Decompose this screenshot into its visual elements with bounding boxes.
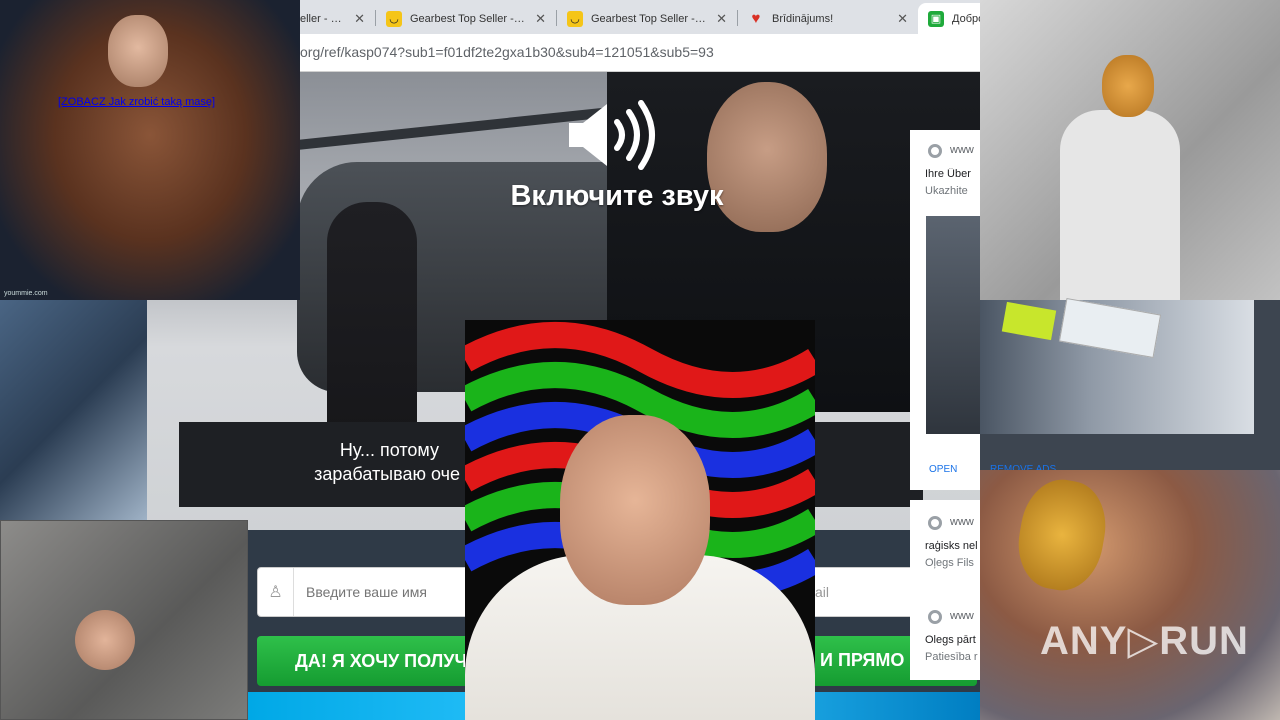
tab-label: Gearbest Top Seller - Div xyxy=(410,12,528,25)
ad-title: Ihre Über xyxy=(925,168,971,180)
name-input[interactable] xyxy=(294,584,464,600)
notification-ad-panel-2[interactable]: www raģisks nel Oļegs Fils www Olegs pār… xyxy=(910,500,980,680)
ad-subtitle: Oļegs Fils xyxy=(925,557,974,569)
email-placeholder[interactable]: ail xyxy=(815,584,829,600)
bodybuilder-link[interactable]: [ZOBACZ Jak zrobić taką masę] xyxy=(58,96,215,108)
kitchen-man-face xyxy=(1102,55,1154,117)
ad-source: www xyxy=(950,144,974,156)
tab-3[interactable]: ◡ Gearbest Top Seller - Div ✕ xyxy=(557,3,737,34)
tab-4[interactable]: ♥ Brīdinājums! ✕ xyxy=(738,3,918,34)
tab-label: eller - Div xyxy=(300,12,347,25)
tab-label: Gearbest Top Seller - Div xyxy=(591,12,709,25)
user-icon: ♙ xyxy=(258,568,294,616)
background-panel xyxy=(0,300,147,520)
ad-image[interactable] xyxy=(926,216,980,434)
chrome-icon xyxy=(928,144,942,158)
tab-2[interactable]: ◡ Gearbest Top Seller - Div ✕ xyxy=(376,3,556,34)
image-credit: yoummie.com xyxy=(4,290,48,297)
close-icon[interactable]: ✕ xyxy=(716,11,727,27)
green-square-icon: ▣ xyxy=(928,10,944,27)
close-icon[interactable]: ✕ xyxy=(354,11,365,27)
url-text[interactable]: org/ref/kasp074?sub1=f01df2te2gxa1b30&su… xyxy=(300,44,714,60)
anyrun-watermark: ANY▷RUN xyxy=(1040,619,1249,663)
ad-subtitle: Patiesība r xyxy=(925,651,978,663)
kitchen-man-figure xyxy=(1060,110,1180,300)
ad-open-button[interactable]: OPEN xyxy=(929,464,957,475)
tab-label: Brīdinājums! xyxy=(772,12,834,25)
speaker-icon[interactable] xyxy=(567,100,659,170)
close-icon[interactable]: ✕ xyxy=(535,11,546,27)
ad-title: Olegs pārt xyxy=(925,634,976,646)
pope-face xyxy=(560,415,710,605)
kitchen-image xyxy=(980,0,1280,300)
ad-subtitle: Ukazhite xyxy=(925,185,968,197)
pope-small-face xyxy=(75,610,135,670)
tab-1[interactable]: eller - Div ✕ xyxy=(290,3,375,34)
sound-prompt: Включите звук xyxy=(510,180,724,212)
gearbest-icon: ◡ xyxy=(567,10,583,27)
chrome-icon xyxy=(928,610,942,624)
woman-figure xyxy=(327,202,417,432)
heart-icon: ♥ xyxy=(751,10,761,27)
ad-source: www xyxy=(950,610,974,622)
chrome-icon xyxy=(928,516,942,530)
bodybuilder-head xyxy=(108,15,168,87)
gearbest-icon: ◡ xyxy=(386,10,402,27)
ad-source: www xyxy=(950,516,974,528)
submit-button-label: ДА! Я ХОЧУ ПОЛУЧ xyxy=(295,650,468,671)
ad-title: raģisks nel xyxy=(925,540,978,552)
close-icon[interactable]: ✕ xyxy=(897,11,908,27)
